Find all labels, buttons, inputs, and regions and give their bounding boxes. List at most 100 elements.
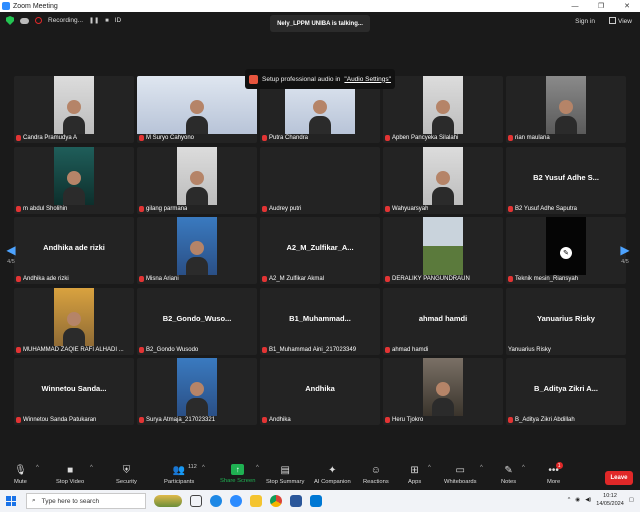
taskbar-search-input[interactable]: ⌕ Type here to search	[26, 493, 146, 509]
meeting-id-label[interactable]: ID	[115, 17, 122, 24]
security-button[interactable]: ⛨ Security	[116, 464, 137, 486]
participant-tile[interactable]: MUHAMMAD ZAQIE RAFI ALHADI ...	[14, 287, 134, 355]
word-app-icon[interactable]	[290, 495, 302, 507]
view-grid-icon	[609, 17, 617, 24]
zoom-taskbar-icon[interactable]	[230, 495, 242, 507]
participant-tile[interactable]: A2_M_Zulfikar_A... A2_M Zulfikar Akmal	[260, 217, 380, 284]
apps-label: Apps	[408, 479, 422, 485]
participant-tile[interactable]: gilang parmana	[137, 146, 257, 214]
participant-tile[interactable]: Andhika Andhika	[260, 358, 380, 425]
participant-video	[423, 146, 463, 205]
participants-options-chevron-icon[interactable]: ^	[202, 465, 205, 471]
mute-button[interactable]: 🎙 Mute	[14, 464, 27, 486]
video-options-chevron-icon[interactable]: ^	[90, 465, 93, 471]
previous-page-button[interactable]: ◀ 4/5	[4, 243, 18, 265]
participant-tile[interactable]: M Suryo Cahyono	[137, 76, 257, 143]
apps-options-chevron-icon[interactable]: ^	[428, 465, 431, 471]
participant-tile[interactable]: Candra Pramudya A	[14, 76, 134, 143]
audio-options-chevron-icon[interactable]: ^	[36, 465, 39, 471]
page-indicator-right: 4/5	[621, 259, 629, 265]
view-menu[interactable]: View	[609, 17, 632, 25]
participant-tile[interactable]: Yanuarius Risky Yanuarius Risky	[506, 287, 626, 355]
muted-mic-icon	[385, 135, 390, 141]
security-shield-icon: ⛨	[122, 464, 131, 476]
close-button[interactable]: ✕	[614, 0, 640, 12]
participant-name-label: MUHAMMAD ZAQIE RAFI ALHADI ...	[23, 346, 124, 353]
muted-mic-icon	[385, 346, 390, 353]
search-placeholder: Type here to search	[41, 497, 100, 505]
more-label: More	[547, 479, 561, 485]
audio-settings-icon	[249, 74, 258, 84]
participant-name-label: gilang parmana	[146, 205, 188, 212]
participant-tile[interactable]: Misna Ariani	[137, 217, 257, 284]
participant-tile[interactable]: B1_Muhammad... B1_Muhammad Aini_217023349	[260, 287, 380, 355]
muted-mic-icon	[262, 135, 267, 141]
search-icon: ⌕	[32, 497, 36, 504]
participant-tile[interactable]: Surya Atmaja_217023321	[137, 358, 257, 425]
audio-setup-banner[interactable]: Setup professional audio in "Audio Setti…	[245, 69, 395, 89]
apps-button[interactable]: ⊞ Apps	[408, 464, 422, 486]
notes-icon: ✎	[504, 464, 513, 476]
maximize-button[interactable]: ❐	[588, 0, 614, 12]
windows-start-icon[interactable]	[6, 496, 16, 506]
participant-name-label: A2_M Zulfikar Akmal	[269, 276, 325, 282]
notes-button[interactable]: ✎ Notes	[501, 464, 516, 486]
participant-tile[interactable]: Audrey putri	[260, 146, 380, 214]
participant-name-label: Candra Pramudya A	[23, 135, 78, 141]
encryption-shield-icon[interactable]	[6, 16, 14, 25]
stop-recording-icon[interactable]: ■	[105, 18, 109, 24]
minimize-button[interactable]: —	[562, 0, 588, 12]
participant-tile[interactable]: m abdul Sholihin	[14, 146, 134, 214]
active-speaker-indicator: Nely_LPPM UNIBA is talking...	[270, 15, 370, 32]
tray-overflow-chevron-icon[interactable]: ^	[568, 497, 571, 503]
notes-options-chevron-icon[interactable]: ^	[522, 465, 525, 471]
participant-tile[interactable]: Heru Tjokro	[383, 358, 503, 425]
whiteboards-button[interactable]: ▭ Whiteboards	[444, 464, 477, 486]
participant-tile[interactable]: ahmad hamdi ahmad hamdi	[383, 287, 503, 355]
task-view-icon[interactable]	[190, 495, 202, 507]
participant-name-label: Andhika	[269, 417, 291, 423]
participant-tile[interactable]: Andhika ade rizki Andhika ade rizki	[14, 217, 134, 284]
stop-summary-button[interactable]: ▤ Stop Summary	[266, 464, 304, 486]
participant-video	[423, 358, 463, 416]
share-options-chevron-icon[interactable]: ^	[256, 465, 259, 471]
taskbar-clock[interactable]: 10:12 14/05/2024	[596, 492, 624, 508]
mail-app-icon[interactable]	[310, 495, 322, 507]
ai-companion-button[interactable]: ✦ AI Companion	[314, 464, 351, 486]
pause-recording-icon[interactable]: ❚❚	[89, 17, 99, 24]
participant-tile[interactable]: rian maulana	[506, 76, 626, 143]
stop-video-button[interactable]: ■ Stop Video	[56, 464, 84, 486]
more-button[interactable]: ••• 1 More	[547, 462, 563, 485]
participant-tile[interactable]: B_Aditya Zikri A... B_Aditya Zikri Abdill…	[506, 358, 626, 425]
muted-mic-icon	[16, 346, 21, 353]
edge-browser-icon[interactable]	[210, 495, 222, 507]
next-page-button[interactable]: ▶ 4/5	[618, 243, 632, 265]
share-screen-label: Share Screen	[220, 478, 256, 484]
participant-tile[interactable]: Winnetou Sanda... Winnetou Sanda Patukara…	[14, 358, 134, 425]
person-silhouette	[555, 100, 577, 134]
page-indicator-left: 4/5	[7, 259, 15, 265]
participant-tile[interactable]: B2 Yusuf Adhe S... B2 Yusuf Adhe Saputra	[506, 146, 626, 214]
weather-widget-icon[interactable]	[154, 495, 182, 507]
file-explorer-icon[interactable]	[250, 495, 262, 507]
chevron-left-icon: ◀	[6, 243, 16, 257]
whiteboards-options-chevron-icon[interactable]: ^	[480, 465, 483, 471]
audio-settings-link[interactable]: "Audio Settings"	[344, 76, 391, 83]
person-silhouette	[186, 382, 208, 416]
leave-button[interactable]: Leave	[605, 471, 633, 485]
participant-video	[177, 146, 217, 205]
share-screen-button[interactable]: ↑ Share Screen	[220, 464, 255, 484]
participant-tile[interactable]: Apben Pancyeka Silalahi	[383, 76, 503, 143]
reactions-button[interactable]: ☺ Reactions	[363, 464, 389, 486]
volume-icon[interactable]: ◀)	[585, 497, 591, 503]
network-icon[interactable]: ◉	[575, 497, 580, 503]
participant-tile[interactable]: B2_Gondo_Wuso... B2_Gondo Wusodo	[137, 287, 257, 355]
notifications-icon[interactable]: ▢	[629, 497, 634, 503]
participant-tile[interactable]: ✎ Teknik mesin_Riansyah	[506, 217, 626, 284]
participant-tile[interactable]: DERALIKY PANGUNDRAUN	[383, 217, 503, 284]
signin-link[interactable]: Sign in	[575, 18, 595, 25]
chrome-browser-icon[interactable]	[270, 495, 282, 507]
participant-name-label: Audrey putri	[269, 205, 302, 212]
participant-tile[interactable]: Wahyuarsyah	[383, 146, 503, 214]
muted-mic-icon	[262, 205, 267, 212]
